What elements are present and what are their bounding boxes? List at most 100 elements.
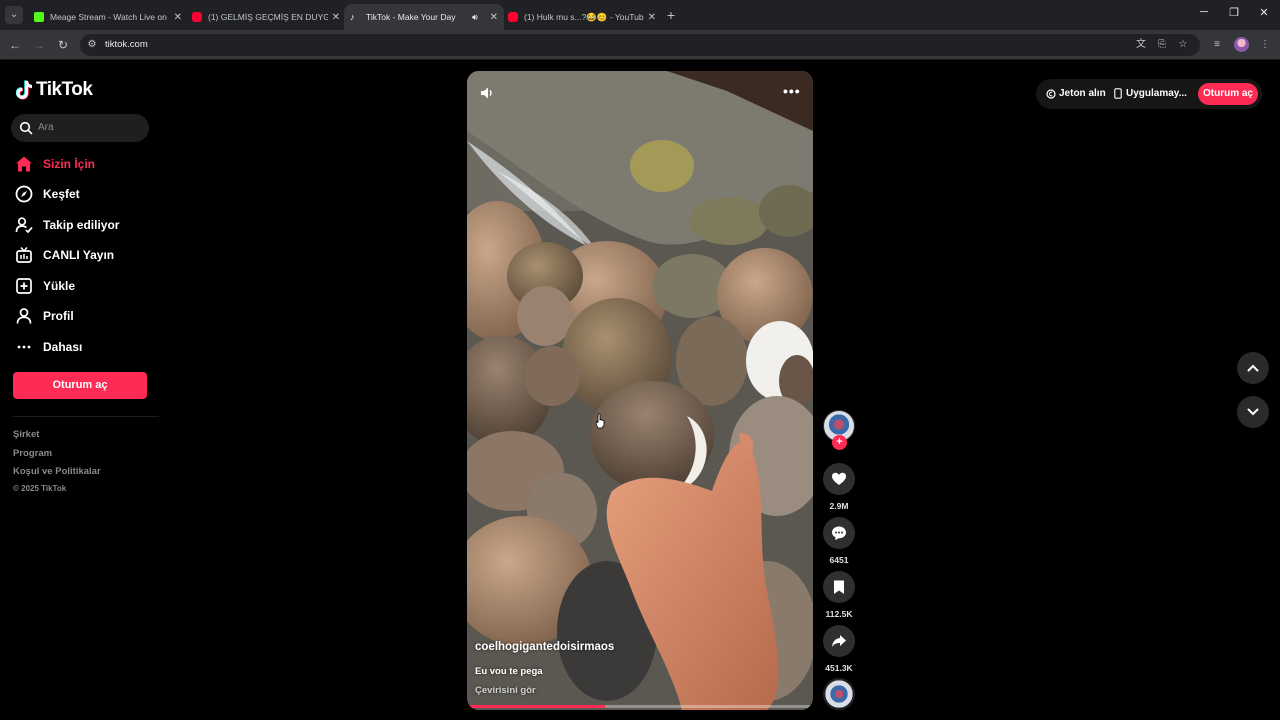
sidebar-item-label: Profil xyxy=(43,309,74,323)
header-actions: Jeton alın Uygulamay... Oturum aç xyxy=(1036,79,1262,109)
comment-count: 6451 xyxy=(829,555,849,565)
video-caption: Eu vou te pega xyxy=(475,666,543,677)
get-app-label: Uygulamay... xyxy=(1126,88,1187,99)
footer-link-company[interactable]: Şirket xyxy=(13,429,39,440)
back-icon[interactable]: ← xyxy=(6,36,24,54)
comment-icon xyxy=(832,526,846,540)
sidebar-item-label: Sizin İçin xyxy=(43,157,96,171)
save-count: 112.5K xyxy=(825,609,853,619)
sidebar-divider xyxy=(13,416,159,417)
browser-menu-icon[interactable]: ⋮ xyxy=(1258,38,1272,52)
logo-text: TikTok xyxy=(36,79,93,100)
forward-icon[interactable]: → xyxy=(30,36,48,54)
home-icon xyxy=(14,154,34,174)
tab-title: Meage Stream - Watch Live on xyxy=(50,12,167,22)
share-icon xyxy=(832,635,846,647)
get-coins-label: Jeton alın xyxy=(1059,88,1106,99)
site-info-icon[interactable]: ⚙ xyxy=(86,39,98,51)
search-icon xyxy=(19,121,33,135)
footer-link-program[interactable]: Program xyxy=(13,448,52,459)
chevron-down-icon xyxy=(1247,408,1259,416)
restore-icon[interactable]: ❐ xyxy=(1224,6,1244,19)
kick-icon xyxy=(34,12,44,22)
sidebar-item-label: Takip ediliyor xyxy=(43,218,120,232)
header-login-button[interactable]: Oturum aç xyxy=(1198,83,1258,105)
comment-button[interactable] xyxy=(823,517,855,549)
phone-icon xyxy=(1114,88,1122,99)
bookmark-star-icon[interactable]: ☆ xyxy=(1176,38,1190,52)
url-text: tiktok.com xyxy=(105,39,148,50)
search-placeholder: Ara xyxy=(38,122,54,133)
video-more-options-icon[interactable]: ••• xyxy=(783,83,801,99)
previous-video-button[interactable] xyxy=(1237,352,1269,384)
sidebar-item-more[interactable]: Dahası xyxy=(14,336,82,358)
search-input[interactable]: Ara xyxy=(11,114,149,142)
see-translation-link[interactable]: Çevirisini gör xyxy=(475,685,536,696)
sidebar-item-live[interactable]: CANLI Yayın xyxy=(14,244,114,266)
browser-tab-active[interactable]: ♪ TikTok - Make Your Day 🔊︎ ✕ xyxy=(344,4,504,30)
tiktok-logo-icon xyxy=(16,80,32,100)
address-bar[interactable]: ⚙ tiktok.com xyxy=(80,34,1200,56)
bookmark-icon xyxy=(834,580,844,594)
share-count: 451.3K xyxy=(825,663,853,673)
sidebar-item-profile[interactable]: Profil xyxy=(14,305,74,327)
youtube-icon xyxy=(192,12,202,22)
like-count: 2.9M xyxy=(829,501,849,511)
close-tab-icon[interactable]: ✕ xyxy=(332,12,340,23)
tab-title: TikTok - Make Your Day xyxy=(366,12,456,22)
sidebar-item-following[interactable]: Takip ediliyor xyxy=(14,214,119,236)
close-window-icon[interactable]: ✕ xyxy=(1254,6,1274,19)
chevron-up-icon xyxy=(1247,364,1259,372)
sidebar-login-button[interactable]: Oturum aç xyxy=(13,372,147,399)
following-icon xyxy=(14,215,34,235)
tiktok-icon: ♪ xyxy=(350,12,355,22)
sidebar-item-label: Yükle xyxy=(43,279,76,293)
sidebar-item-explore[interactable]: Keşfet xyxy=(14,183,80,205)
sidebar-item-label: CANLI Yayın xyxy=(43,248,115,262)
reload-icon[interactable]: ↻ xyxy=(54,36,72,54)
coin-icon xyxy=(1046,88,1056,99)
copyright: © 2025 TikTok xyxy=(13,484,67,493)
video-progress-bar[interactable] xyxy=(467,705,813,708)
browser-toolbar: ← → ↻ ⚙ tiktok.com 文 ⎘ ☆ ≡ ⋮ xyxy=(0,30,1280,60)
footer-link-terms[interactable]: Koşul ve Politikalar xyxy=(13,466,101,477)
video-author[interactable]: coelhogigantedoisirmaos xyxy=(475,641,614,653)
video-player[interactable]: ••• coelhogigantedoisirmaos Eu vou te pe… xyxy=(467,71,813,710)
tab-search-chevron-icon[interactable]: ⌄ xyxy=(5,6,23,24)
sidebar-item-label: Keşfet xyxy=(43,187,80,201)
share-button[interactable] xyxy=(823,625,855,657)
close-tab-icon[interactable]: ✕ xyxy=(490,12,498,23)
sidebar-item-upload[interactable]: Yükle xyxy=(14,275,75,297)
new-tab-icon[interactable]: + xyxy=(664,6,678,24)
browser-tab[interactable]: (1) Hulk mu s...?😂😊 - YouTub ✕ xyxy=(502,4,662,30)
video-frame xyxy=(467,71,813,710)
next-video-button[interactable] xyxy=(1237,396,1269,428)
close-tab-icon[interactable]: ✕ xyxy=(174,12,182,23)
profile-icon xyxy=(14,306,34,326)
compass-icon xyxy=(14,184,34,204)
volume-icon[interactable] xyxy=(479,85,495,101)
get-app-button[interactable]: Uygulamay... xyxy=(1114,88,1187,99)
browser-tab[interactable]: (1) GELMİŞ GEÇMİŞ EN DUYGU ✕ xyxy=(186,4,346,30)
sidebar-item-label: Dahası xyxy=(43,340,83,354)
speaker-icon[interactable]: 🔊︎ xyxy=(472,12,478,23)
tiktok-logo[interactable]: TikTok xyxy=(16,79,93,101)
browser-tab[interactable]: Meage Stream - Watch Live on ✕ xyxy=(28,4,188,30)
sidebar-item-for-you[interactable]: Sizin İçin xyxy=(14,153,95,175)
translate-icon[interactable]: 文 xyxy=(1134,38,1148,52)
tab-title: (1) GELMİŞ GEÇMİŞ EN DUYGU xyxy=(208,12,328,22)
like-button[interactable] xyxy=(823,463,855,495)
upload-icon xyxy=(14,276,34,296)
heart-icon xyxy=(832,472,846,485)
get-coins-button[interactable]: Jeton alın xyxy=(1046,88,1106,99)
media-control-icon[interactable]: ≡ xyxy=(1210,38,1224,52)
save-button[interactable] xyxy=(823,571,855,603)
browser-tab-bar: ⌄ Meage Stream - Watch Live on ✕ (1) GEL… xyxy=(0,0,1280,30)
install-app-icon[interactable]: ⎘ xyxy=(1155,38,1169,52)
minimize-icon[interactable]: ─ xyxy=(1194,6,1214,18)
profile-avatar-icon[interactable] xyxy=(1234,37,1249,52)
live-icon xyxy=(14,245,34,265)
music-disc-icon[interactable] xyxy=(823,678,855,710)
follow-plus-icon[interactable]: + xyxy=(832,435,847,450)
close-tab-icon[interactable]: ✕ xyxy=(648,12,656,23)
